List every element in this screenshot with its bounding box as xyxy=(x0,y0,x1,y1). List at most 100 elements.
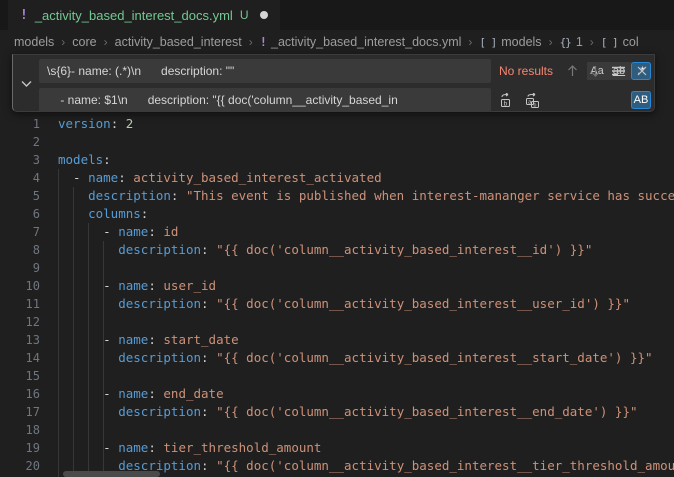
code-line[interactable]: 4 - name: activity_based_interest_activa… xyxy=(0,169,674,187)
code-line-text: - name: end_date xyxy=(58,385,224,403)
code-line[interactable]: 15 xyxy=(0,367,674,385)
code-line[interactable]: 12 xyxy=(0,313,674,331)
line-number: 11 xyxy=(0,295,40,313)
object-symbol-icon: {} xyxy=(560,36,571,49)
code-line[interactable]: 10 - name: user_id xyxy=(0,277,674,295)
line-number: 19 xyxy=(0,439,40,457)
breadcrumb-item[interactable]: [ ] col xyxy=(601,35,639,49)
code-area[interactable]: 1version: 223models:4 - name: activity_b… xyxy=(0,115,674,475)
code-line[interactable]: 9 xyxy=(0,259,674,277)
svg-text:b: b xyxy=(533,102,536,108)
editor-tab[interactable]: ! _activity_based_interest_docs.yml U xyxy=(8,0,280,30)
line-number: 10 xyxy=(0,277,40,295)
line-number: 7 xyxy=(0,223,40,241)
code-line[interactable]: 19 - name: tier_threshold_amount xyxy=(0,439,674,457)
next-match-icon[interactable] xyxy=(584,60,607,82)
code-line-text: description: "{{ doc('column__activity_b… xyxy=(58,241,592,259)
line-number: 17 xyxy=(0,403,40,421)
breadcrumb-label: col xyxy=(623,35,639,49)
line-number: 2 xyxy=(0,133,40,151)
yaml-file-icon: ! xyxy=(20,8,28,23)
breadcrumb-separator-icon: › xyxy=(590,35,594,49)
code-line[interactable]: 13 - name: start_date xyxy=(0,331,674,349)
code-line[interactable]: 7 - name: id xyxy=(0,223,674,241)
svg-text:b: b xyxy=(504,99,508,107)
line-number: 18 xyxy=(0,421,40,439)
line-number: 1 xyxy=(0,115,40,133)
line-number: 20 xyxy=(0,457,40,475)
find-input[interactable]: \s{6}- name: (.*)\n description: "" xyxy=(39,59,491,83)
line-number: 12 xyxy=(0,313,40,331)
code-line[interactable]: 1 version: 2 xyxy=(0,115,674,133)
line-number: 8 xyxy=(0,241,40,259)
code-line[interactable]: 18 xyxy=(0,421,674,439)
code-line[interactable]: 14 description: "{{ doc('column__activit… xyxy=(0,349,674,367)
code-line-text: models: xyxy=(58,151,111,169)
line-number: 14 xyxy=(0,349,40,367)
breadcrumb-label: _activity_based_interest_docs.yml xyxy=(271,35,461,49)
code-line-text: columns: xyxy=(58,205,148,223)
line-number: 6 xyxy=(0,205,40,223)
breadcrumb-item[interactable]: {} 1 xyxy=(560,35,583,49)
breadcrumb-separator-icon: › xyxy=(104,35,108,49)
array-symbol-icon: [ ] xyxy=(601,36,618,49)
breadcrumb-label: 1 xyxy=(576,35,583,49)
breadcrumb-label: models xyxy=(501,35,541,49)
horizontal-scrollbar[interactable] xyxy=(63,471,160,477)
breadcrumb-separator-icon: › xyxy=(249,35,253,49)
code-line-text: description: "{{ doc('column__activity_b… xyxy=(58,403,638,421)
breadcrumb-item[interactable]: core xyxy=(72,35,96,49)
editor[interactable]: 1version: 223models:4 - name: activity_b… xyxy=(0,54,674,477)
line-number: 4 xyxy=(0,169,40,187)
code-line-text: - name: activity_based_interest_activate… xyxy=(58,169,382,187)
line-number: 16 xyxy=(0,385,40,403)
code-line[interactable]: 6 columns: xyxy=(0,205,674,223)
code-line-text: - name: tier_threshold_amount xyxy=(58,439,321,457)
code-line-text: description: "{{ doc('column__activity_b… xyxy=(58,295,630,313)
array-symbol-icon: [ ] xyxy=(479,36,496,49)
replace-input[interactable]: - name: $1\n description: "{{ doc('colum… xyxy=(39,88,491,112)
vscode-window: ! _activity_based_interest_docs.yml U mo… xyxy=(0,0,674,477)
code-line[interactable]: 11 description: "{{ doc('column__activit… xyxy=(0,295,674,313)
code-line[interactable]: 17 description: "{{ doc('column__activit… xyxy=(0,403,674,421)
code-line-text: description: "{{ doc('column__activity_b… xyxy=(58,349,653,367)
breadcrumb-item[interactable]: models xyxy=(14,35,54,49)
code-line[interactable]: 5 description: "This event is published … xyxy=(0,187,674,205)
breadcrumb: models › core › activity_based_interest ›! _ac… xyxy=(0,30,674,54)
tab-bar: ! _activity_based_interest_docs.yml U xyxy=(0,0,674,30)
find-results-status: No results xyxy=(499,59,553,83)
code-line-text: - name: user_id xyxy=(58,277,216,295)
line-number: 9 xyxy=(0,259,40,277)
code-line[interactable]: 2 xyxy=(0,133,674,151)
breadcrumb-label: activity_based_interest xyxy=(115,35,242,49)
previous-match-icon[interactable] xyxy=(561,60,584,82)
close-icon[interactable] xyxy=(630,60,653,82)
find-in-selection-icon[interactable] xyxy=(607,60,630,82)
modified-dot-icon[interactable] xyxy=(260,11,268,19)
line-number: 13 xyxy=(0,331,40,349)
replace-icon[interactable]: b xyxy=(495,90,516,110)
line-number: 3 xyxy=(0,151,40,169)
code-line-text: version: 2 xyxy=(58,115,133,133)
code-line-text: - name: start_date xyxy=(58,331,239,349)
code-line-text: description: "This event is published wh… xyxy=(58,187,674,205)
breadcrumb-separator-icon: › xyxy=(549,35,553,49)
code-line[interactable]: 3 models: xyxy=(0,151,674,169)
line-number: 5 xyxy=(0,187,40,205)
code-line[interactable]: 8 description: "{{ doc('column__activity… xyxy=(0,241,674,259)
yaml-symbol-icon: ! xyxy=(260,35,266,49)
code-line[interactable]: 16 - name: end_date xyxy=(0,385,674,403)
toggle-replace-chevron-icon[interactable] xyxy=(17,77,35,91)
breadcrumb-label: models xyxy=(14,35,54,49)
replace-all-icon[interactable]: a b xyxy=(521,90,542,110)
git-status-badge: U xyxy=(240,8,249,22)
tab-filename: _activity_based_interest_docs.yml xyxy=(35,8,233,23)
find-widget: \s{6}- name: (.*)\n description: "" Aa a… xyxy=(12,54,655,112)
line-number: 15 xyxy=(0,367,40,385)
breadcrumb-item[interactable]: ! _activity_based_interest_docs.yml xyxy=(260,35,462,49)
breadcrumb-item[interactable]: activity_based_interest xyxy=(115,35,242,49)
code-line-text: - name: id xyxy=(58,223,178,241)
breadcrumb-item[interactable]: [ ] models xyxy=(479,35,541,49)
breadcrumb-separator-icon: › xyxy=(61,35,65,49)
preserve-case-icon[interactable]: AB xyxy=(631,91,651,109)
